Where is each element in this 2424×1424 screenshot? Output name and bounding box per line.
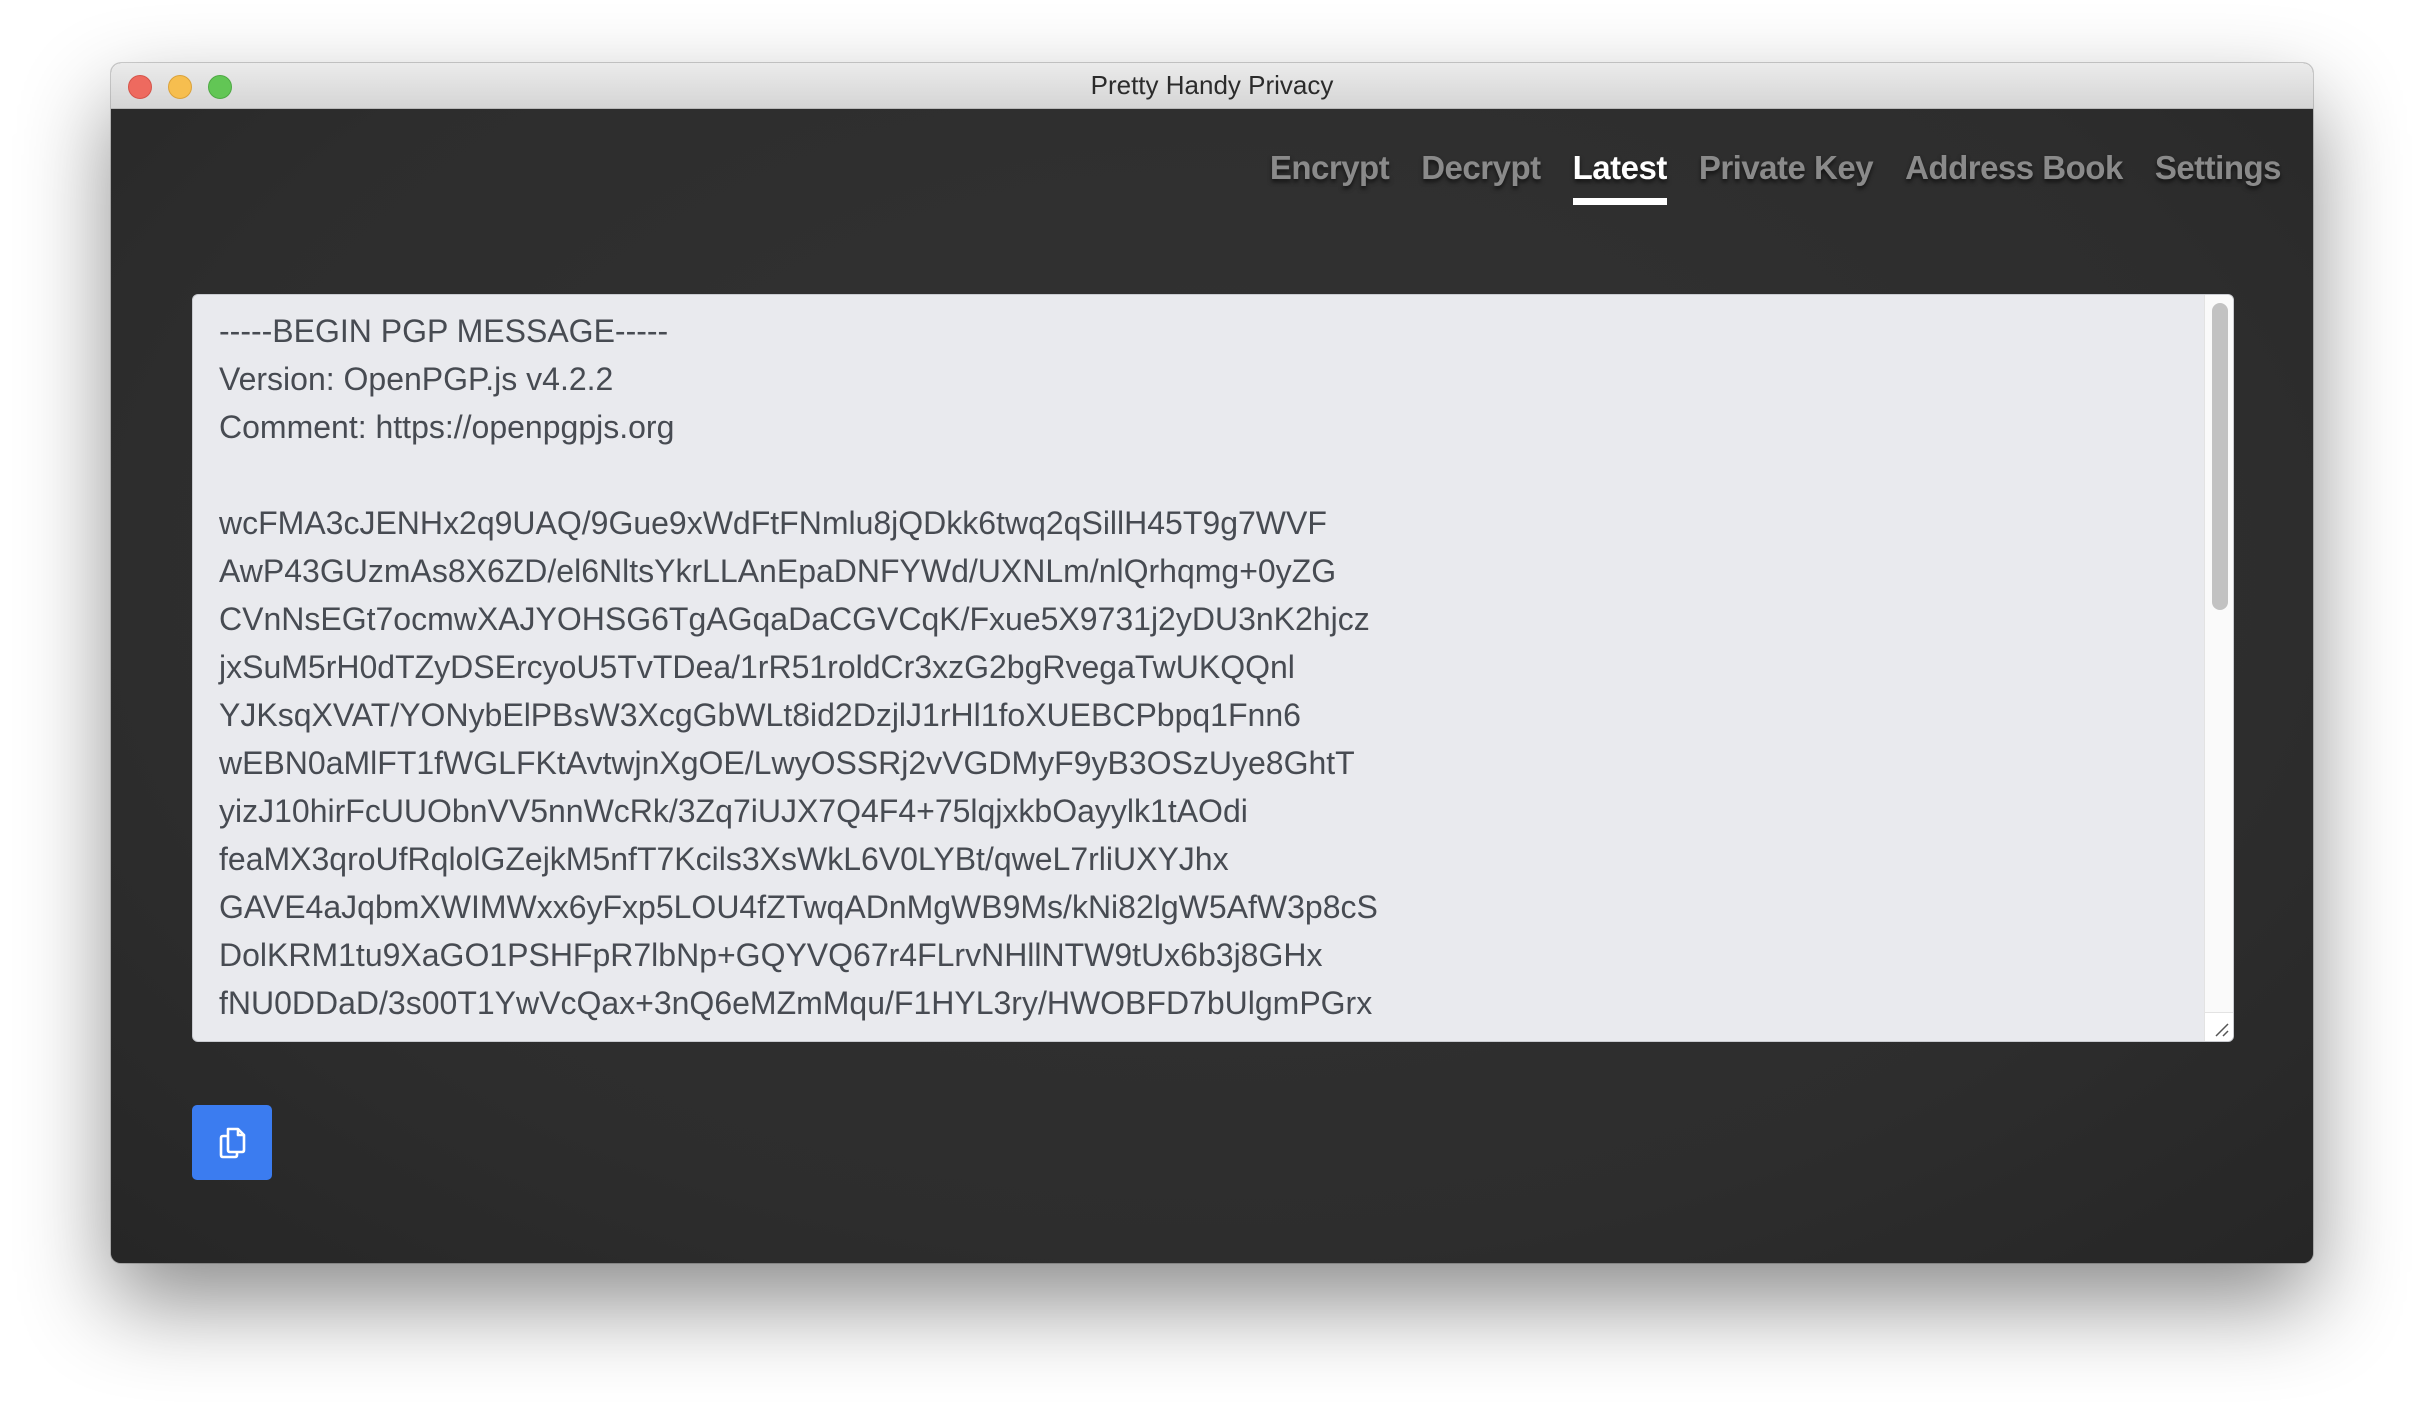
main-nav: Encrypt Decrypt Latest Private Key Addre… — [1270, 149, 2282, 205]
app-window: Pretty Handy Privacy Encrypt Decrypt Lat… — [111, 63, 2313, 1263]
pgp-message-text[interactable]: -----BEGIN PGP MESSAGE----- Version: Ope… — [219, 307, 2193, 1027]
title-bar[interactable]: Pretty Handy Privacy — [111, 63, 2313, 109]
tab-settings[interactable]: Settings — [2155, 149, 2282, 201]
resize-handle[interactable] — [2204, 1012, 2233, 1041]
window-title: Pretty Handy Privacy — [1090, 70, 1334, 100]
tab-decrypt[interactable]: Decrypt — [1421, 149, 1541, 201]
textarea-scrollbar[interactable] — [2204, 295, 2233, 1041]
resize-grip-icon — [2215, 1023, 2229, 1037]
main-content: Encrypt Decrypt Latest Private Key Addre… — [111, 109, 2313, 1263]
copy-button[interactable] — [192, 1105, 272, 1180]
copy-icon — [219, 1127, 246, 1158]
tab-private-key[interactable]: Private Key — [1699, 149, 1874, 201]
tab-latest[interactable]: Latest — [1572, 149, 1667, 205]
scrollbar-thumb[interactable] — [2212, 303, 2228, 610]
pgp-message-textarea[interactable]: -----BEGIN PGP MESSAGE----- Version: Ope… — [192, 294, 2234, 1042]
tab-address-book[interactable]: Address Book — [1905, 149, 2123, 201]
tab-encrypt[interactable]: Encrypt — [1270, 149, 1390, 201]
